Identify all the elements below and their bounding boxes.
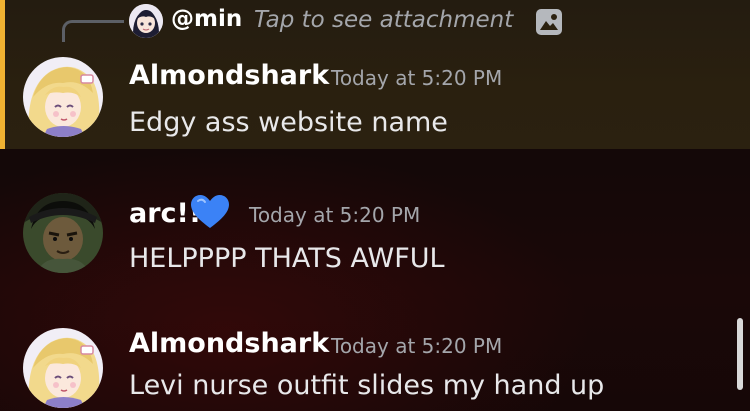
message-text: Levi nurse outfit slides my hand up [129,370,605,401]
reply-mention-username[interactable]: @min [171,6,242,32]
message-text: Edgy ass website name [129,107,448,138]
reply-connector-line [62,20,124,42]
dark-haired-avatar-icon [23,193,103,273]
scrollbar-thumb[interactable] [737,318,743,390]
blonde-anime-avatar-icon [23,328,103,408]
message-timestamp: Today at 5:20 PM [249,203,421,227]
avatar[interactable] [23,193,103,273]
blonde-anime-avatar-icon [23,57,103,137]
anime-avatar-icon [129,4,163,38]
message-author[interactable]: Almondshark [129,60,329,91]
reply-avatar[interactable] [129,4,163,38]
message-text: HELPPPP THATS AWFUL [129,243,445,274]
avatar[interactable] [23,57,103,137]
mention-indicator-bar [0,0,5,149]
avatar[interactable] [23,328,103,408]
blue-heart-icon [191,195,229,228]
message-timestamp: Today at 5:20 PM [331,66,503,90]
message-author[interactable]: Almondshark [129,328,329,359]
image-attachment-icon[interactable] [535,8,563,36]
reply-preview-text[interactable]: Tap to see attachment [254,7,513,33]
message-timestamp: Today at 5:20 PM [331,334,503,358]
